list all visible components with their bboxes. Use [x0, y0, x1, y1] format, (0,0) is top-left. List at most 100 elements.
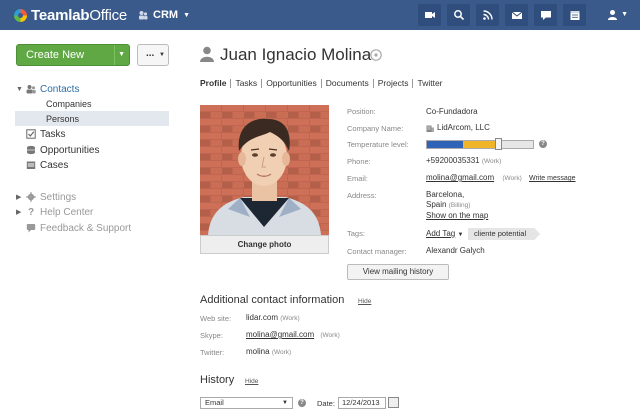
- help-icon: ?: [27, 206, 35, 218]
- crm-icon: [139, 11, 148, 20]
- temperature-slider-handle[interactable]: [495, 138, 502, 150]
- user-icon: [608, 10, 618, 20]
- gear-icon: [26, 192, 36, 202]
- twitter-type: (Work): [271, 349, 292, 356]
- profile-tabs: Profile Tasks Opportunities Documents Pr…: [200, 79, 447, 88]
- contact-photo-image: [200, 105, 329, 235]
- company-icon: [426, 125, 434, 132]
- tab-tasks[interactable]: Tasks: [230, 79, 261, 88]
- sidebar-item-persons-highlight: [15, 111, 169, 126]
- tab-twitter[interactable]: Twitter: [412, 79, 446, 88]
- contacts-icon: [26, 85, 36, 94]
- sidebar-item-label: Persons: [46, 114, 80, 124]
- chevron-down-icon: ▼: [282, 400, 288, 406]
- tags-label: Tags:: [347, 229, 365, 238]
- temperature-hot-segment: [499, 141, 533, 148]
- user-menu[interactable]: ▼: [607, 9, 628, 20]
- website-value: lidar.com (Work): [246, 313, 300, 322]
- chevron-down-icon: ▼: [621, 11, 628, 18]
- skype-link[interactable]: molina@gmail.com: [246, 330, 314, 339]
- person-icon: [200, 46, 214, 62]
- create-new-label: Create New: [26, 49, 85, 61]
- sidebar-item-opportunities[interactable]: Opportunities: [26, 143, 99, 157]
- tab-profile[interactable]: Profile: [200, 79, 230, 88]
- history-date-input[interactable]: 12/24/2013: [338, 397, 386, 409]
- history-hide-link[interactable]: Hide: [245, 378, 258, 385]
- add-tag-label: Add Tag: [426, 229, 456, 238]
- help-icon[interactable]: ?: [539, 140, 547, 148]
- mail-icon[interactable]: [505, 4, 528, 26]
- email-link[interactable]: molina@gmail.com: [426, 173, 494, 182]
- create-new-button[interactable]: Create New ▼: [16, 44, 130, 66]
- position-value: Co-Fundadora: [426, 107, 478, 116]
- additional-info-hide-link[interactable]: Hide: [358, 298, 371, 305]
- address-type: (Billing): [448, 202, 471, 209]
- show-on-map-link[interactable]: Show on the map: [426, 211, 488, 221]
- sidebar-item-persons[interactable]: Persons: [46, 114, 79, 124]
- top-bar: TeamlabOffice CRM ▼ ▼: [0, 0, 640, 30]
- view-mailing-history-button[interactable]: View mailing history: [347, 264, 449, 280]
- email-type: (Work): [502, 175, 522, 182]
- expand-arrow-icon: ▶: [16, 209, 22, 216]
- address-label: Address:: [347, 191, 377, 200]
- more-actions-button[interactable]: ... ▼: [137, 44, 169, 66]
- contact-manager-value: Alexandr Galych: [426, 246, 485, 255]
- email-value: molina@gmail.com (Work) Write message: [426, 173, 576, 182]
- history-date-label: Date:: [317, 399, 335, 408]
- company-label: Company Name:: [347, 124, 404, 133]
- sidebar-item-label: Contacts: [40, 83, 80, 95]
- position-label: Position:: [347, 107, 376, 116]
- change-photo-button[interactable]: Change photo: [200, 235, 329, 254]
- logo[interactable]: TeamlabOffice: [14, 6, 127, 24]
- sidebar-item-help-center[interactable]: ▶ ? Help Center: [16, 205, 93, 219]
- sidebar-item-settings[interactable]: ▶ Settings: [16, 190, 76, 204]
- sidebar-item-companies[interactable]: Companies: [46, 99, 92, 109]
- logo-mark-icon: [14, 8, 27, 22]
- skype-type: (Work): [320, 332, 340, 339]
- sidebar-item-label: Tasks: [40, 128, 66, 140]
- sidebar-item-feedback[interactable]: Feedback & Support: [26, 221, 131, 235]
- website-link[interactable]: lidar.com: [246, 313, 278, 322]
- website-label: Web site:: [200, 314, 232, 323]
- history-type-select[interactable]: Email ▼: [200, 397, 293, 409]
- phone-label: Phone:: [347, 157, 371, 166]
- phone-type: (Work): [481, 158, 502, 165]
- sidebar-item-cases[interactable]: Cases: [26, 158, 68, 172]
- history-title: History: [200, 374, 235, 386]
- expand-arrow-icon: ▼: [16, 85, 23, 93]
- tab-opportunities[interactable]: Opportunities: [261, 79, 321, 88]
- tag-chip[interactable]: cliente potential: [468, 228, 541, 240]
- twitter-label: Twitter:: [200, 348, 225, 357]
- skype-label: Skype:: [200, 331, 223, 340]
- temperature-warm-segment: [463, 141, 499, 148]
- sidebar-item-label: Companies: [46, 99, 92, 109]
- twitter-handle[interactable]: molina: [246, 347, 270, 356]
- address-country: Spain: [426, 200, 447, 209]
- feedback-icon: [26, 224, 36, 233]
- feed-icon[interactable]: [476, 4, 499, 26]
- sidebar-item-label: Feedback & Support: [40, 222, 132, 234]
- sidebar-item-contacts[interactable]: ▼ Contacts: [16, 82, 79, 96]
- phone-number[interactable]: +59200035331: [426, 156, 480, 165]
- favorite-icon[interactable]: [370, 49, 382, 61]
- address-city: Barcelona,: [426, 190, 465, 199]
- chat-icon[interactable]: [534, 4, 557, 26]
- address-value: Barcelona, Spain (Billing) Show on the m…: [426, 190, 488, 221]
- sidebar-item-tasks[interactable]: Tasks: [26, 127, 66, 141]
- opportunities-icon: [27, 145, 35, 155]
- add-tag-button[interactable]: Add Tag ▼: [426, 229, 463, 238]
- calendar-icon[interactable]: [388, 397, 399, 408]
- tab-documents[interactable]: Documents: [320, 79, 373, 88]
- company-name: LidArcom, LLC: [437, 123, 490, 132]
- tab-projects[interactable]: Projects: [372, 79, 413, 88]
- search-icon[interactable]: [447, 4, 470, 26]
- calendar-icon[interactable]: [563, 4, 586, 26]
- twitter-value: molina (Work): [246, 347, 291, 356]
- company-link[interactable]: LidArcom, LLC: [426, 123, 490, 132]
- write-message-link[interactable]: Write message: [529, 175, 576, 182]
- video-icon[interactable]: [418, 4, 441, 26]
- temperature-bar[interactable]: [426, 140, 534, 149]
- module-switcher[interactable]: CRM ▼: [138, 9, 190, 21]
- logo-text: TeamlabOffice: [31, 6, 128, 24]
- additional-info-title: Additional contact information: [200, 294, 345, 306]
